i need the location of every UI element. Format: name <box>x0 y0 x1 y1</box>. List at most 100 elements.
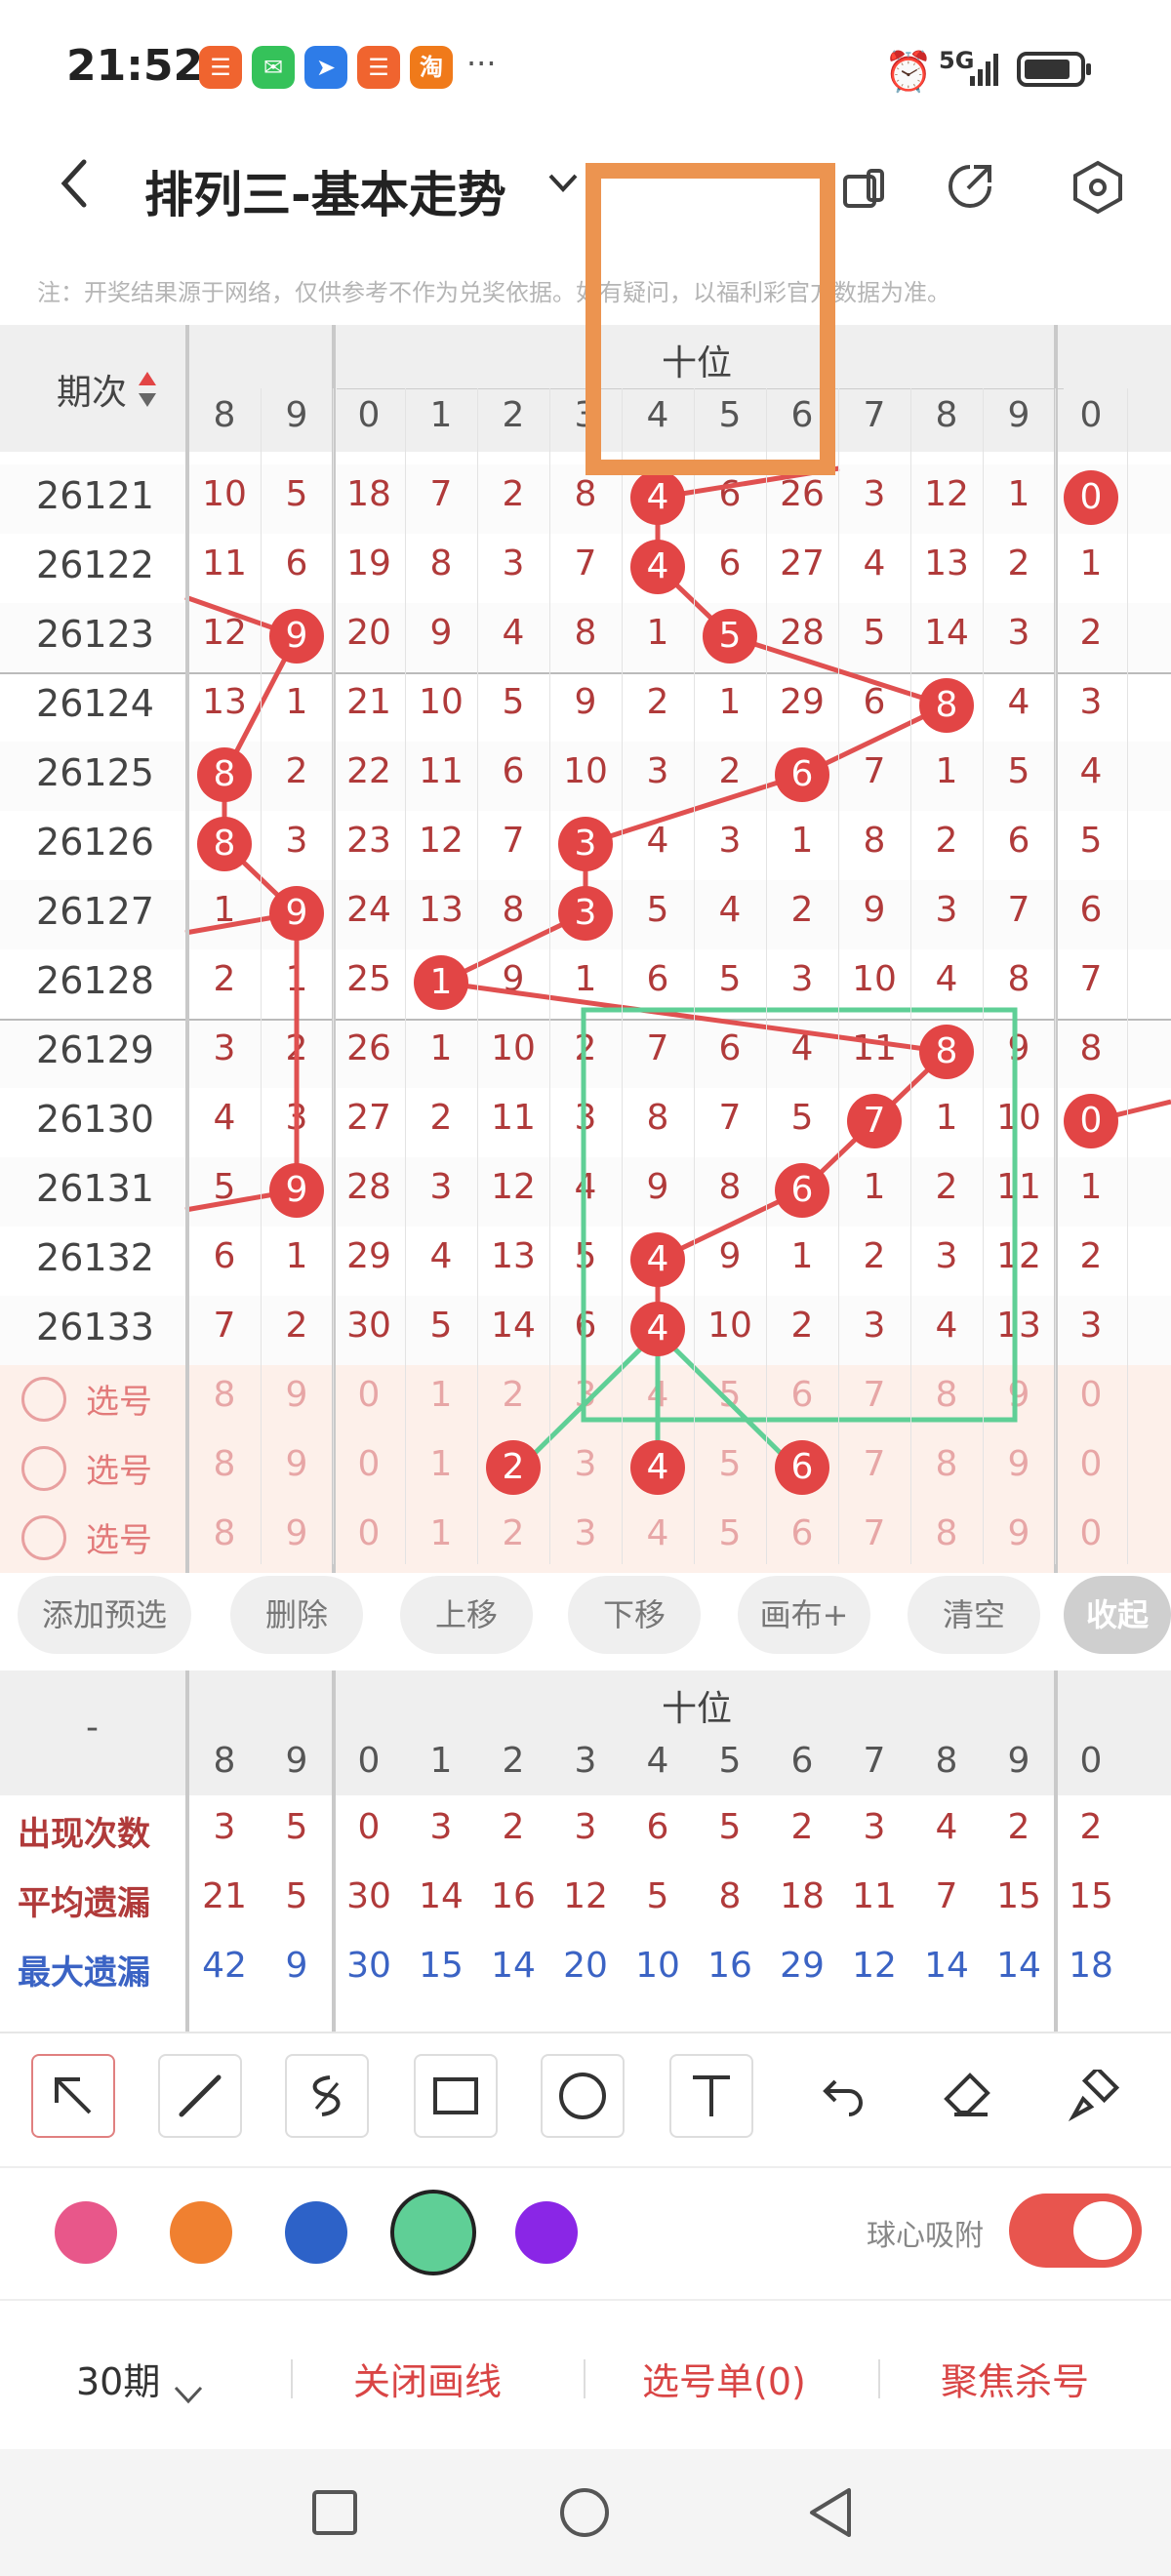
drawn-ball[interactable]: 5 <box>703 609 757 664</box>
stats-cell: 20 <box>563 1946 608 1986</box>
stats-cell: 14 <box>419 1876 464 1916</box>
stats-cell: 3 <box>574 1807 597 1847</box>
stats-cell: 2 <box>790 1807 814 1847</box>
drawn-ball[interactable]: 0 <box>1064 1094 1118 1148</box>
tool-button[interactable] <box>1052 2054 1136 2138</box>
tool-button[interactable] <box>541 2054 625 2138</box>
stats-cell: 14 <box>491 1946 536 1986</box>
stats-cell: 18 <box>1069 1946 1113 1986</box>
selected-ball[interactable]: 2 <box>486 1440 541 1495</box>
chevron-down-icon <box>172 2373 205 2403</box>
stats-cell: 0 <box>357 1807 381 1847</box>
separator <box>291 2359 293 2398</box>
toggle-knob <box>1073 2201 1132 2260</box>
taobao-icon: 淘 <box>410 46 453 89</box>
color-swatch[interactable] <box>515 2201 578 2264</box>
drawn-ball[interactable]: 8 <box>197 747 252 802</box>
column-gridline <box>766 388 767 1564</box>
drawn-ball[interactable]: 9 <box>269 609 324 664</box>
drawn-ball[interactable]: 8 <box>197 817 252 871</box>
stats-digit-header: 0 <box>357 1741 381 1781</box>
action-button[interactable]: 下移 <box>568 1576 701 1654</box>
drawn-ball[interactable]: 9 <box>269 886 324 941</box>
drawn-ball[interactable]: 3 <box>558 817 613 871</box>
home-icon[interactable] <box>558 2486 611 2539</box>
snap-label: 球心吸附 <box>867 2219 984 2253</box>
selected-ball[interactable]: 4 <box>630 1440 685 1495</box>
alarm-icon: ⏰ <box>884 50 933 95</box>
color-swatch[interactable] <box>285 2201 347 2264</box>
back-button[interactable] <box>55 156 94 211</box>
separator <box>584 2359 586 2398</box>
action-button[interactable]: 删除 <box>230 1576 363 1654</box>
tool-button[interactable] <box>798 2054 882 2138</box>
stats-digit-header: 4 <box>646 1741 669 1781</box>
drawn-ball[interactable]: 9 <box>269 1163 324 1218</box>
share-icon[interactable] <box>945 161 995 212</box>
stats-cell: 18 <box>780 1876 825 1916</box>
snap-toggle[interactable] <box>1009 2194 1142 2268</box>
drawn-ball[interactable]: 4 <box>630 540 685 594</box>
color-swatch[interactable] <box>55 2201 117 2264</box>
drawn-ball[interactable]: 8 <box>919 678 974 733</box>
action-button[interactable]: 上移 <box>400 1576 533 1654</box>
column-gridline <box>694 388 695 1564</box>
column-gridline <box>1055 388 1056 1564</box>
orange-rectangle-annotation[interactable] <box>586 163 835 475</box>
column-gridline <box>477 388 478 1564</box>
column-gridline <box>333 388 334 1564</box>
tool-button[interactable] <box>669 2054 753 2138</box>
settings-hexagon-icon[interactable] <box>1071 160 1124 215</box>
drawn-ball[interactable]: 8 <box>919 1025 974 1079</box>
color-swatch[interactable] <box>170 2201 232 2264</box>
stats-row-label: 出现次数 <box>18 1815 150 1854</box>
drawn-ball[interactable]: 6 <box>775 747 829 802</box>
stats-cell: 15 <box>996 1876 1041 1916</box>
drawn-ball[interactable]: 4 <box>630 470 685 525</box>
action-button[interactable]: 添加预选 <box>18 1576 191 1654</box>
action-button[interactable]: 清空 <box>908 1576 1040 1654</box>
back-nav-icon[interactable] <box>806 2486 855 2539</box>
column-gridline <box>261 388 262 1564</box>
drawn-ball[interactable]: 3 <box>558 886 613 941</box>
drawing-overlay[interactable] <box>0 325 1171 1564</box>
tool-button[interactable] <box>158 2054 242 2138</box>
title-dropdown-chevron-icon[interactable] <box>546 168 580 197</box>
stats-cell: 6 <box>646 1807 669 1847</box>
column-gridline <box>910 388 911 1564</box>
stats-cell: 3 <box>429 1807 453 1847</box>
stats-cell: 5 <box>285 1876 308 1916</box>
drawn-ball[interactable]: 6 <box>775 1163 829 1218</box>
line-icon <box>174 2070 226 2122</box>
selected-ball[interactable]: 6 <box>775 1440 829 1495</box>
print-icon[interactable] <box>839 161 886 210</box>
close-lines-button[interactable]: 关闭画线 <box>353 2352 502 2405</box>
tool-button[interactable] <box>414 2054 498 2138</box>
stats-group-label: 十位 <box>662 1689 733 1729</box>
action-button[interactable]: 画布+ <box>738 1576 870 1654</box>
drawn-ball[interactable]: 1 <box>414 955 468 1010</box>
focus-kill-button[interactable]: 聚焦杀号 <box>941 2352 1089 2405</box>
color-swatch[interactable] <box>390 2190 476 2275</box>
drawn-ball[interactable]: 0 <box>1064 470 1118 525</box>
tool-button[interactable] <box>31 2054 115 2138</box>
stats-cell: 11 <box>852 1876 897 1916</box>
stats-row-label: 平均遗漏 <box>18 1884 150 1923</box>
recent-apps-icon[interactable] <box>310 2488 359 2537</box>
column-gridline <box>1127 388 1128 1564</box>
drawn-ball[interactable]: 4 <box>630 1232 685 1287</box>
status-bar: 21:52 ☰ ✉ ➤ ☰ 淘 ··· ⏰ 5G <box>0 0 1171 141</box>
period-select[interactable]: 30期 <box>76 2352 205 2405</box>
drawn-ball[interactable]: 4 <box>630 1302 685 1356</box>
status-time: 21:52 <box>66 41 204 91</box>
separator <box>878 2359 880 2398</box>
tool-button[interactable] <box>925 2054 1009 2138</box>
action-button[interactable]: 收起 <box>1064 1576 1171 1654</box>
stats-cell: 5 <box>646 1876 669 1916</box>
tool-button[interactable] <box>285 2054 369 2138</box>
stats-cell: 3 <box>213 1807 236 1847</box>
drawn-ball[interactable]: 7 <box>847 1094 902 1148</box>
signal-icon <box>968 51 1003 86</box>
selection-list-button[interactable]: 选号单(0) <box>642 2352 806 2405</box>
app-icon: ☰ <box>357 46 400 89</box>
